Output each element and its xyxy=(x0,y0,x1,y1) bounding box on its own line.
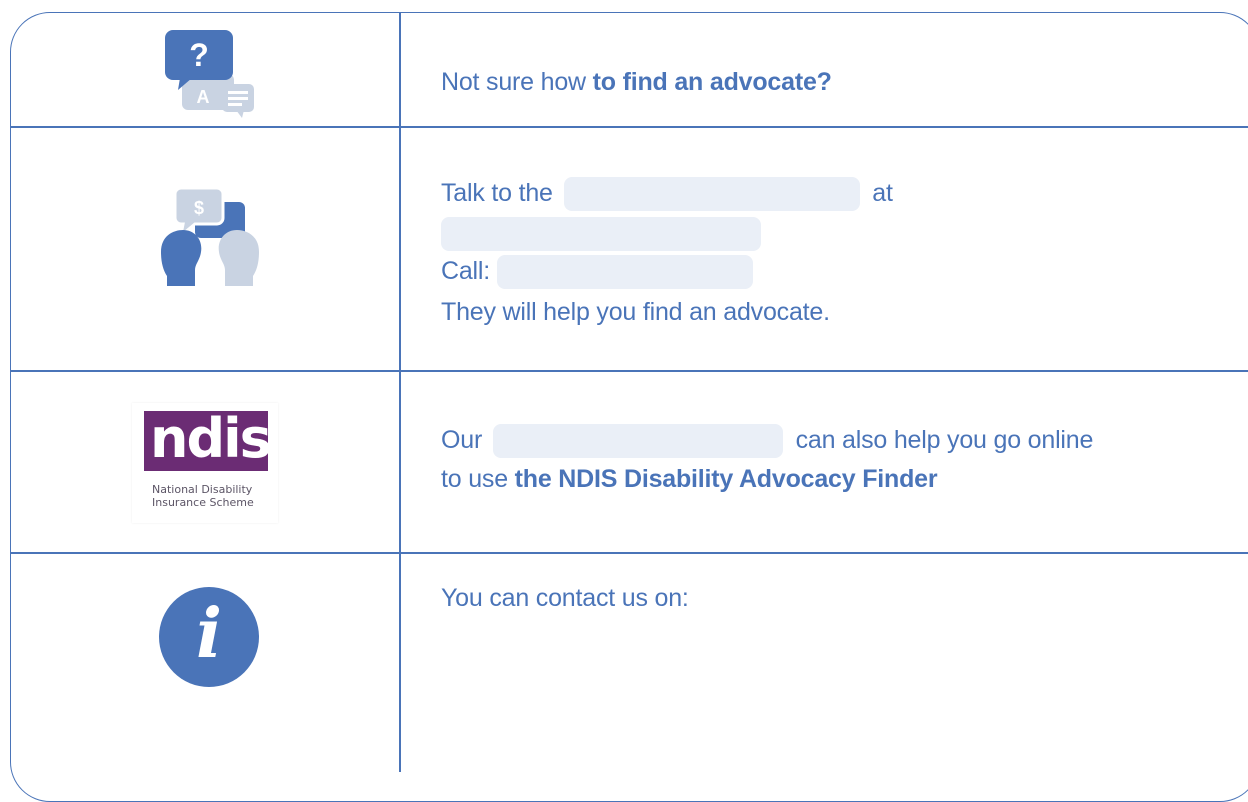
row1-text-bold: to find an advocate? xyxy=(592,68,832,96)
row3-line1: Our can also help you go online xyxy=(441,423,1094,459)
ndis-logo-subtitle-line1: National Disability xyxy=(152,483,253,496)
row-divider-3 xyxy=(10,552,1248,554)
row2-call-label: Call: xyxy=(441,257,491,285)
redacted-block xyxy=(563,177,860,212)
row3-line1-start: Our xyxy=(441,426,483,454)
ndis-logo-subtitle-line2: Insurance Scheme xyxy=(152,496,254,509)
row2-line1-end: at xyxy=(872,179,893,207)
row1-text-plain: Not sure how xyxy=(441,68,593,96)
ndis-logo-word: ndis xyxy=(150,407,272,470)
row2-help-text: They will help you find an advocate. xyxy=(441,298,830,326)
info-glyph: i xyxy=(196,594,222,674)
redacted-block xyxy=(492,424,783,459)
row-divider-2 xyxy=(10,370,1248,372)
svg-text:?: ? xyxy=(189,37,209,73)
row1-text: Not sure how to find an advocate? xyxy=(441,65,832,100)
ndis-logo-subtitle: National Disability Insurance Scheme xyxy=(152,483,254,509)
row2-line2 xyxy=(441,216,761,252)
redacted-block xyxy=(496,255,753,290)
row2-line3: Call: xyxy=(441,254,753,290)
row3-line1-end: can also help you go online xyxy=(795,426,1094,454)
contact-us-text: You can contact us on: xyxy=(441,584,689,612)
svg-text:$: $ xyxy=(194,198,204,218)
svg-text:A: A xyxy=(197,87,210,107)
info-icon: i xyxy=(158,586,260,693)
row4-text: You can contact us on: xyxy=(441,581,689,616)
redacted-block xyxy=(441,217,761,252)
row2-line1: Talk to the at xyxy=(441,176,893,212)
row2-line1-start: Talk to the xyxy=(441,179,553,207)
row2-line4: They will help you find an advocate. xyxy=(441,295,830,330)
question-answer-icon: A ? xyxy=(160,30,256,125)
row-divider-1 xyxy=(10,126,1248,128)
ndis-logo: ndis National Disability Insurance Schem… xyxy=(132,403,278,523)
two-people-talking-money-icon: $ xyxy=(155,186,265,297)
row3-line2-plain: to use xyxy=(441,465,515,493)
row3-line2: to use the NDIS Disability Advocacy Find… xyxy=(441,462,938,497)
ndis-finder-link-text: the NDIS Disability Advocacy Finder xyxy=(514,465,938,493)
